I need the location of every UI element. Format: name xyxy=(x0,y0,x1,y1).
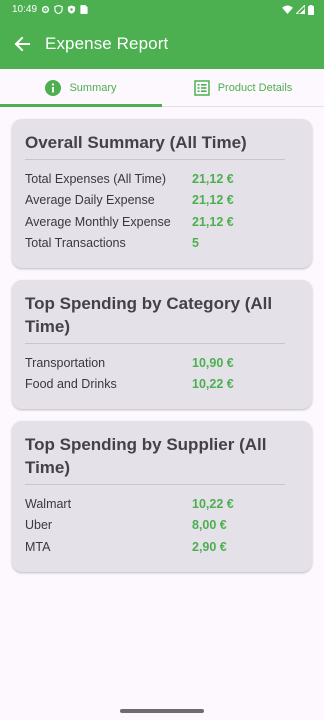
row-value: 21,12 € xyxy=(192,214,234,229)
tab-summary-label: Summary xyxy=(69,81,117,94)
row-label: Total Transactions xyxy=(25,236,126,251)
shield-icon xyxy=(54,4,63,14)
row-label: Uber xyxy=(25,518,53,533)
status-time: 10:49 xyxy=(12,3,38,15)
wifi-icon xyxy=(282,4,293,14)
category-spending-card: Top Spending by Category (All Time) Tran… xyxy=(12,280,312,409)
row-value: 5 xyxy=(192,236,199,251)
tab-product-details-label: Product Details xyxy=(217,81,293,94)
summary-row: Average Daily Expense 21,12 € xyxy=(25,190,299,212)
supplier-spending-card: Top Spending by Supplier (All Time) Walm… xyxy=(12,421,312,572)
tab-product-details[interactable]: Product Details xyxy=(162,69,324,106)
row-value: 10,22 € xyxy=(192,377,234,392)
row-label: Average Monthly Expense xyxy=(25,214,171,229)
app-bar: Expense Report xyxy=(0,18,324,69)
sim-icon xyxy=(80,4,89,14)
list-icon xyxy=(193,79,210,96)
row-value: 8,00 € xyxy=(192,518,227,533)
category-row: Food and Drinks 10,22 € xyxy=(25,374,299,396)
status-bar: 10:49 xyxy=(0,0,324,18)
card-title: Top Spending by Category (All Time) xyxy=(25,292,285,344)
home-indicator[interactable] xyxy=(120,709,204,713)
page-title: Expense Report xyxy=(45,33,169,53)
row-value: 2,90 € xyxy=(192,539,227,554)
row-value: 21,12 € xyxy=(192,171,234,186)
row-label: Walmart xyxy=(25,496,72,511)
row-label: Total Expenses (All Time) xyxy=(25,171,167,186)
tab-bar: Summary Product Details xyxy=(0,69,324,107)
supplier-row: Uber 8,00 € xyxy=(25,515,299,537)
row-label: Transportation xyxy=(25,355,106,370)
row-value: 10,90 € xyxy=(192,355,234,370)
signal-icon xyxy=(296,4,305,14)
status-left: 10:49 xyxy=(12,4,89,15)
card-title: Top Spending by Supplier (All Time) xyxy=(25,433,285,485)
supplier-row: Walmart 10,22 € xyxy=(25,493,299,515)
info-icon xyxy=(45,79,62,96)
settings-icon xyxy=(41,5,50,14)
card-title: Overall Summary (All Time) xyxy=(25,131,285,160)
row-value: 21,12 € xyxy=(192,193,234,208)
summary-row: Total Transactions 5 xyxy=(25,233,299,255)
category-row: Transportation 10,90 € xyxy=(25,352,299,374)
row-value: 10,22 € xyxy=(192,496,234,511)
summary-row: Total Expenses (All Time) 21,12 € xyxy=(25,168,299,190)
overall-summary-card: Overall Summary (All Time) Total Expense… xyxy=(12,119,312,268)
row-label: MTA xyxy=(25,539,51,554)
supplier-row: MTA 2,90 € xyxy=(25,536,299,558)
battery-icon xyxy=(308,4,314,15)
back-button[interactable] xyxy=(0,18,44,69)
tab-summary[interactable]: Summary xyxy=(0,69,162,107)
status-right xyxy=(282,4,314,15)
summary-row: Average Monthly Expense 21,12 € xyxy=(25,211,299,233)
row-label: Food and Drinks xyxy=(25,377,117,392)
row-label: Average Daily Expense xyxy=(25,193,155,208)
arrow-left-icon xyxy=(14,36,30,52)
summary-content: Overall Summary (All Time) Total Expense… xyxy=(12,119,312,584)
shield-check-icon xyxy=(67,4,76,14)
